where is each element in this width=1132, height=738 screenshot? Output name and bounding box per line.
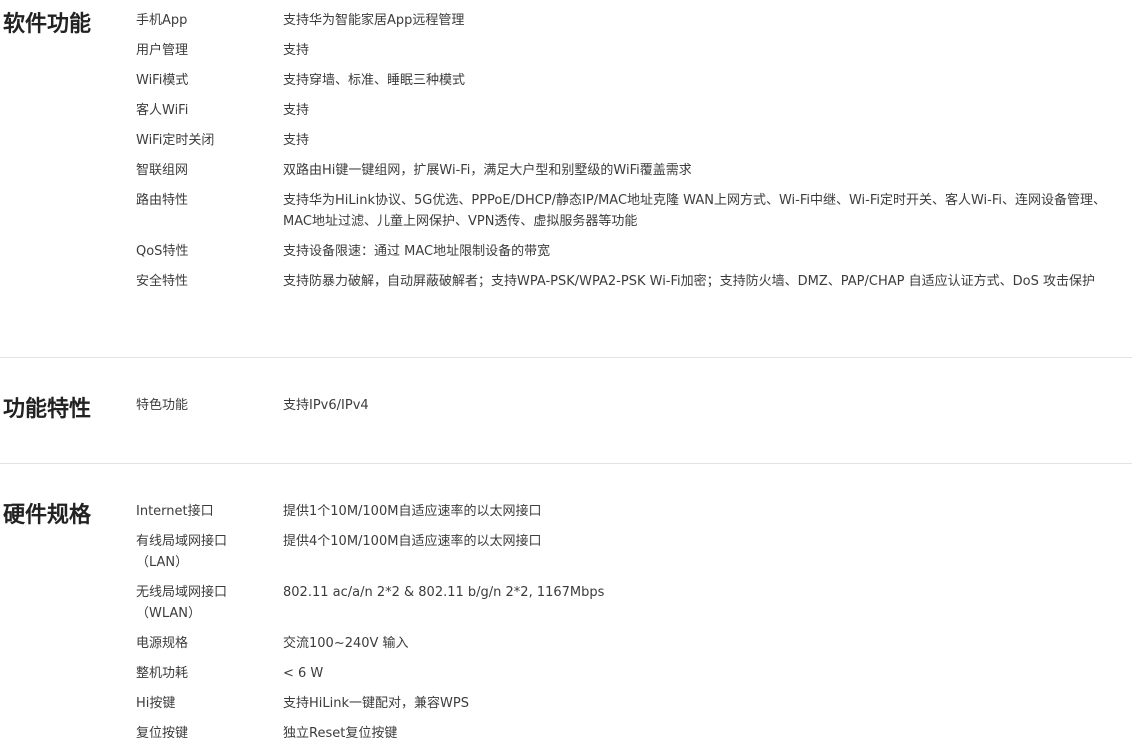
spec-value: 双路由Hi键一键组网，扩展Wi-Fi，满足大户型和别墅级的WiFi覆盖需求 bbox=[283, 163, 692, 178]
spec-value: 支持 bbox=[283, 43, 310, 58]
spec-value: 交流100~240V 输入 bbox=[283, 636, 409, 651]
spec-label: WiFi定时关闭 bbox=[136, 133, 215, 148]
spec-value: 支持华为HiLink协议、5G优选、PPPoE/DHCP/静态IP/MAC地址克… bbox=[283, 193, 1106, 229]
spec-value: 提供1个10M/100M自适应速率的以太网接口 bbox=[283, 504, 542, 519]
section-title: 功能特性 bbox=[3, 397, 92, 422]
spec-value: 支持华为智能家居App远程管理 bbox=[283, 13, 465, 28]
spec-value: 支持HiLink一键配对，兼容WPS bbox=[283, 696, 469, 711]
spec-value: 支持设备限速：通过 MAC地址限制设备的带宽 bbox=[283, 244, 551, 259]
spec-value: 支持穿墙、标准、睡眠三种模式 bbox=[283, 73, 466, 88]
spec-value: 支持IPv6/IPv4 bbox=[283, 398, 369, 413]
spec-label: 复位按键 bbox=[136, 726, 189, 738]
spec-label: QoS特性 bbox=[136, 244, 189, 259]
spec-value: 802.11 ac/a/n 2*2 & 802.11 b/g/n 2*2, 11… bbox=[283, 585, 605, 600]
spec-value: 支持 bbox=[283, 103, 310, 118]
section-title: 硬件规格 bbox=[3, 503, 92, 528]
spec-value: 支持防暴力破解，自动屏蔽破解者；支持WPA-PSK/WPA2-PSK Wi-Fi… bbox=[283, 274, 1095, 289]
spec-label: Hi按键 bbox=[136, 696, 176, 711]
spec-label-line: （LAN） bbox=[136, 555, 189, 570]
spec-label: 电源规格 bbox=[136, 636, 189, 651]
spec-label-line: 无线局域网接口 bbox=[136, 585, 228, 600]
section-title: 软件功能 bbox=[3, 12, 92, 37]
spec-label: 手机App bbox=[136, 13, 188, 28]
spec-label: Internet接口 bbox=[136, 504, 214, 519]
spec-value: 独立Reset复位按键 bbox=[283, 726, 398, 738]
spec-label: 特色功能 bbox=[136, 398, 189, 413]
spec-label: 整机功耗 bbox=[136, 666, 189, 681]
spec-label-line: （WLAN） bbox=[136, 606, 202, 621]
spec-label: 安全特性 bbox=[136, 274, 189, 289]
spec-label: 有线局域网接口 （LAN） bbox=[136, 531, 276, 573]
spec-value: 支持 bbox=[283, 133, 310, 148]
spec-label: 路由特性 bbox=[136, 193, 189, 208]
spec-label-line: 有线局域网接口 bbox=[136, 534, 228, 549]
spec-label: 客人WiFi bbox=[136, 103, 189, 118]
spec-value: < 6 W bbox=[283, 666, 324, 681]
spec-page: 软件功能 手机App 支持华为智能家居App远程管理 用户管理 支持 WiFi模… bbox=[0, 0, 1132, 738]
spec-label: 用户管理 bbox=[136, 43, 189, 58]
section-divider bbox=[0, 357, 1132, 358]
spec-label: WiFi模式 bbox=[136, 73, 189, 88]
spec-value: 提供4个10M/100M自适应速率的以太网接口 bbox=[283, 534, 542, 549]
spec-label: 无线局域网接口 （WLAN） bbox=[136, 582, 276, 624]
section-divider bbox=[0, 463, 1132, 464]
spec-label: 智联组网 bbox=[136, 163, 189, 178]
